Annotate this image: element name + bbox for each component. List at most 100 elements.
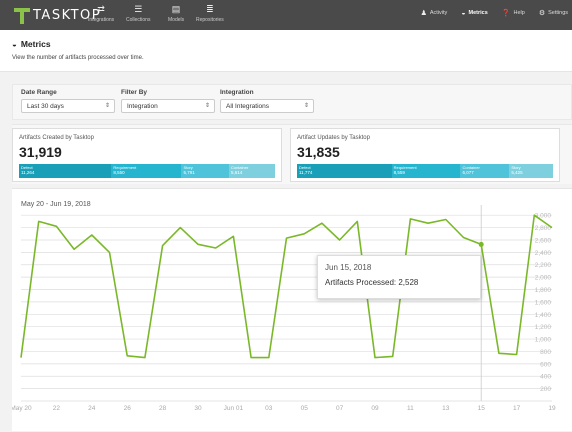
- card-value: 31,919: [19, 144, 62, 160]
- gauge-icon: ◒: [461, 9, 466, 17]
- integration-label: Integration: [220, 89, 254, 96]
- x-tick-label: 30: [194, 405, 202, 412]
- y-tick-label: 1,400: [535, 312, 552, 319]
- gauge-icon: ◒: [12, 39, 17, 49]
- line-chart[interactable]: 200 400 600 800 1,000 1,200 1,400 1,600 1,800 2,0…: [12, 189, 572, 432]
- integration-select[interactable]: All Integrations ⇕: [220, 99, 314, 113]
- filter-panel: Date Range Last 30 days ⇕ Filter By Inte…: [12, 84, 572, 120]
- segment-requirement: Requirement 8,559: [391, 164, 461, 178]
- select-arrows-icon: ⇕: [204, 103, 210, 109]
- segment-value: 11,774: [299, 170, 313, 175]
- segment-value: 8,559: [393, 170, 405, 175]
- card-value: 31,835: [297, 144, 340, 160]
- tooltip-value: Artifacts Processed: 2,528: [325, 278, 419, 287]
- artifact-type-breakdown-bar: Defect 11,774 Requirement 8,559 Container 6,0…: [297, 164, 553, 178]
- y-tick-label: 3,000: [535, 213, 552, 220]
- x-tick-label: 13: [442, 405, 450, 412]
- nav-integrations[interactable]: ⇄ Integrations: [88, 4, 114, 28]
- y-tick-label: 2,200: [535, 262, 552, 269]
- x-tick-label: 15: [478, 405, 486, 412]
- x-tick-label: 17: [513, 405, 521, 412]
- arrows-icon: ⇄: [97, 4, 105, 14]
- card-title: Artifact Updates by Tasktop: [297, 135, 370, 141]
- help-icon: ❓: [501, 10, 511, 17]
- x-tick-label: May 20: [12, 405, 32, 412]
- summary-cards: Artifacts Created by Tasktop 31,919 Defe…: [12, 124, 572, 184]
- y-tick-label: 400: [540, 374, 551, 381]
- segment-defect: Defect 11,264: [19, 164, 112, 178]
- y-tick-label: 200: [540, 386, 551, 393]
- select-arrows-icon: ⇕: [104, 103, 110, 109]
- segment-story: Story 5,791: [181, 164, 229, 178]
- segment-value: 11,264: [21, 170, 35, 175]
- page-title: ◒ Metrics: [12, 39, 51, 49]
- filter-by-select[interactable]: Integration ⇕: [121, 99, 215, 113]
- x-tick-label: 07: [336, 405, 344, 412]
- segment-defect: Defect 11,774: [297, 164, 392, 178]
- x-tick-label: 28: [159, 405, 167, 412]
- card-title: Artifacts Created by Tasktop: [19, 135, 94, 141]
- artifact-type-breakdown-bar: Defect 11,264 Requirement 8,550 Story 5,791 Co…: [19, 164, 275, 178]
- date-range-value: Last 30 days: [27, 103, 64, 110]
- right-navigation: ♟ Activity ◒ Metrics ❓ Help ⚙ Settings: [407, 9, 568, 18]
- nav-help-label: Help: [513, 10, 525, 16]
- x-tick-label: 09: [371, 405, 379, 412]
- x-tick-label: 19: [548, 405, 556, 412]
- nav-settings-label: Settings: [548, 10, 568, 16]
- date-range-label: Date Range: [21, 89, 57, 96]
- artifacts-created-card: Artifacts Created by Tasktop 31,919 Defe…: [12, 128, 282, 182]
- y-tick-label: 800: [540, 349, 551, 356]
- nav-collections-label: Collections: [126, 17, 151, 23]
- nav-settings[interactable]: ⚙ Settings: [539, 9, 568, 17]
- segment-value: 6,077: [462, 170, 474, 175]
- nav-metrics[interactable]: ◒ Metrics: [461, 9, 488, 17]
- nav-collections[interactable]: ☰ Collections: [126, 4, 150, 28]
- stack-icon: ☰: [134, 4, 143, 14]
- y-tick-label: 2,600: [535, 237, 552, 244]
- x-tick-label: 05: [301, 405, 309, 412]
- page-subtitle: View the number of artifacts processed o…: [12, 55, 144, 61]
- filter-by-value: Integration: [127, 103, 158, 110]
- y-tick-label: 2,000: [535, 275, 552, 282]
- page-header: ◒ Metrics View the number of artifacts p…: [0, 30, 572, 72]
- nav-activity[interactable]: ♟ Activity: [421, 9, 448, 17]
- y-tick-label: 1,800: [535, 287, 552, 294]
- y-tick-label: 600: [540, 361, 551, 368]
- nav-models-label: Models: [168, 17, 185, 23]
- segment-requirement: Requirement 8,550: [111, 164, 182, 178]
- x-tick-label: 26: [124, 405, 132, 412]
- database-icon: ≣: [206, 4, 214, 14]
- select-arrows-icon: ⇕: [303, 103, 309, 109]
- chart-tooltip: Jun 15, 2018 Artifacts Processed: 2,528: [317, 255, 481, 299]
- x-tick-label: 11: [407, 405, 414, 412]
- person-icon: ♟: [420, 10, 427, 17]
- page-title-text: Metrics: [20, 39, 51, 49]
- filter-by-label: Filter By: [121, 89, 148, 96]
- segment-value: 5,425: [511, 170, 523, 175]
- integration-value: All Integrations: [226, 103, 269, 110]
- segment-story: Story 5,425: [509, 164, 553, 178]
- segment-value: 5,614: [230, 170, 243, 175]
- segment-container: Container 5,614: [228, 164, 275, 178]
- nav-repositories[interactable]: ≣ Repositories: [196, 4, 224, 28]
- top-navigation-bar: TASKTOP ⇄ Integrations ☰ Collections ▤ M…: [0, 0, 572, 30]
- segment-container: Container 6,077: [460, 164, 510, 178]
- x-tick-label: 24: [88, 405, 96, 412]
- nav-metrics-label: Metrics: [468, 10, 488, 16]
- date-range-select[interactable]: Last 30 days ⇕: [21, 99, 115, 113]
- nav-help[interactable]: ❓ Help: [502, 9, 525, 17]
- nav-repositories-label: Repositories: [196, 17, 224, 23]
- highlighted-point: [478, 241, 484, 247]
- logo-mark-icon: [14, 6, 30, 24]
- x-tick-label: 03: [265, 405, 273, 412]
- segment-value: 5,791: [183, 170, 195, 175]
- x-tick-label: 22: [53, 405, 61, 412]
- nav-models[interactable]: ▤ Models: [168, 4, 184, 28]
- y-tick-label: 2,400: [535, 250, 552, 257]
- x-tick-label: Jun 01: [224, 405, 244, 412]
- tooltip-date: Jun 15, 2018: [325, 263, 372, 272]
- gear-icon: ⚙: [538, 10, 546, 17]
- y-tick-label: 1,600: [535, 299, 552, 306]
- artifact-updates-card: Artifact Updates by Tasktop 31,835 Defec…: [290, 128, 560, 182]
- y-tick-label: 1,200: [535, 324, 552, 331]
